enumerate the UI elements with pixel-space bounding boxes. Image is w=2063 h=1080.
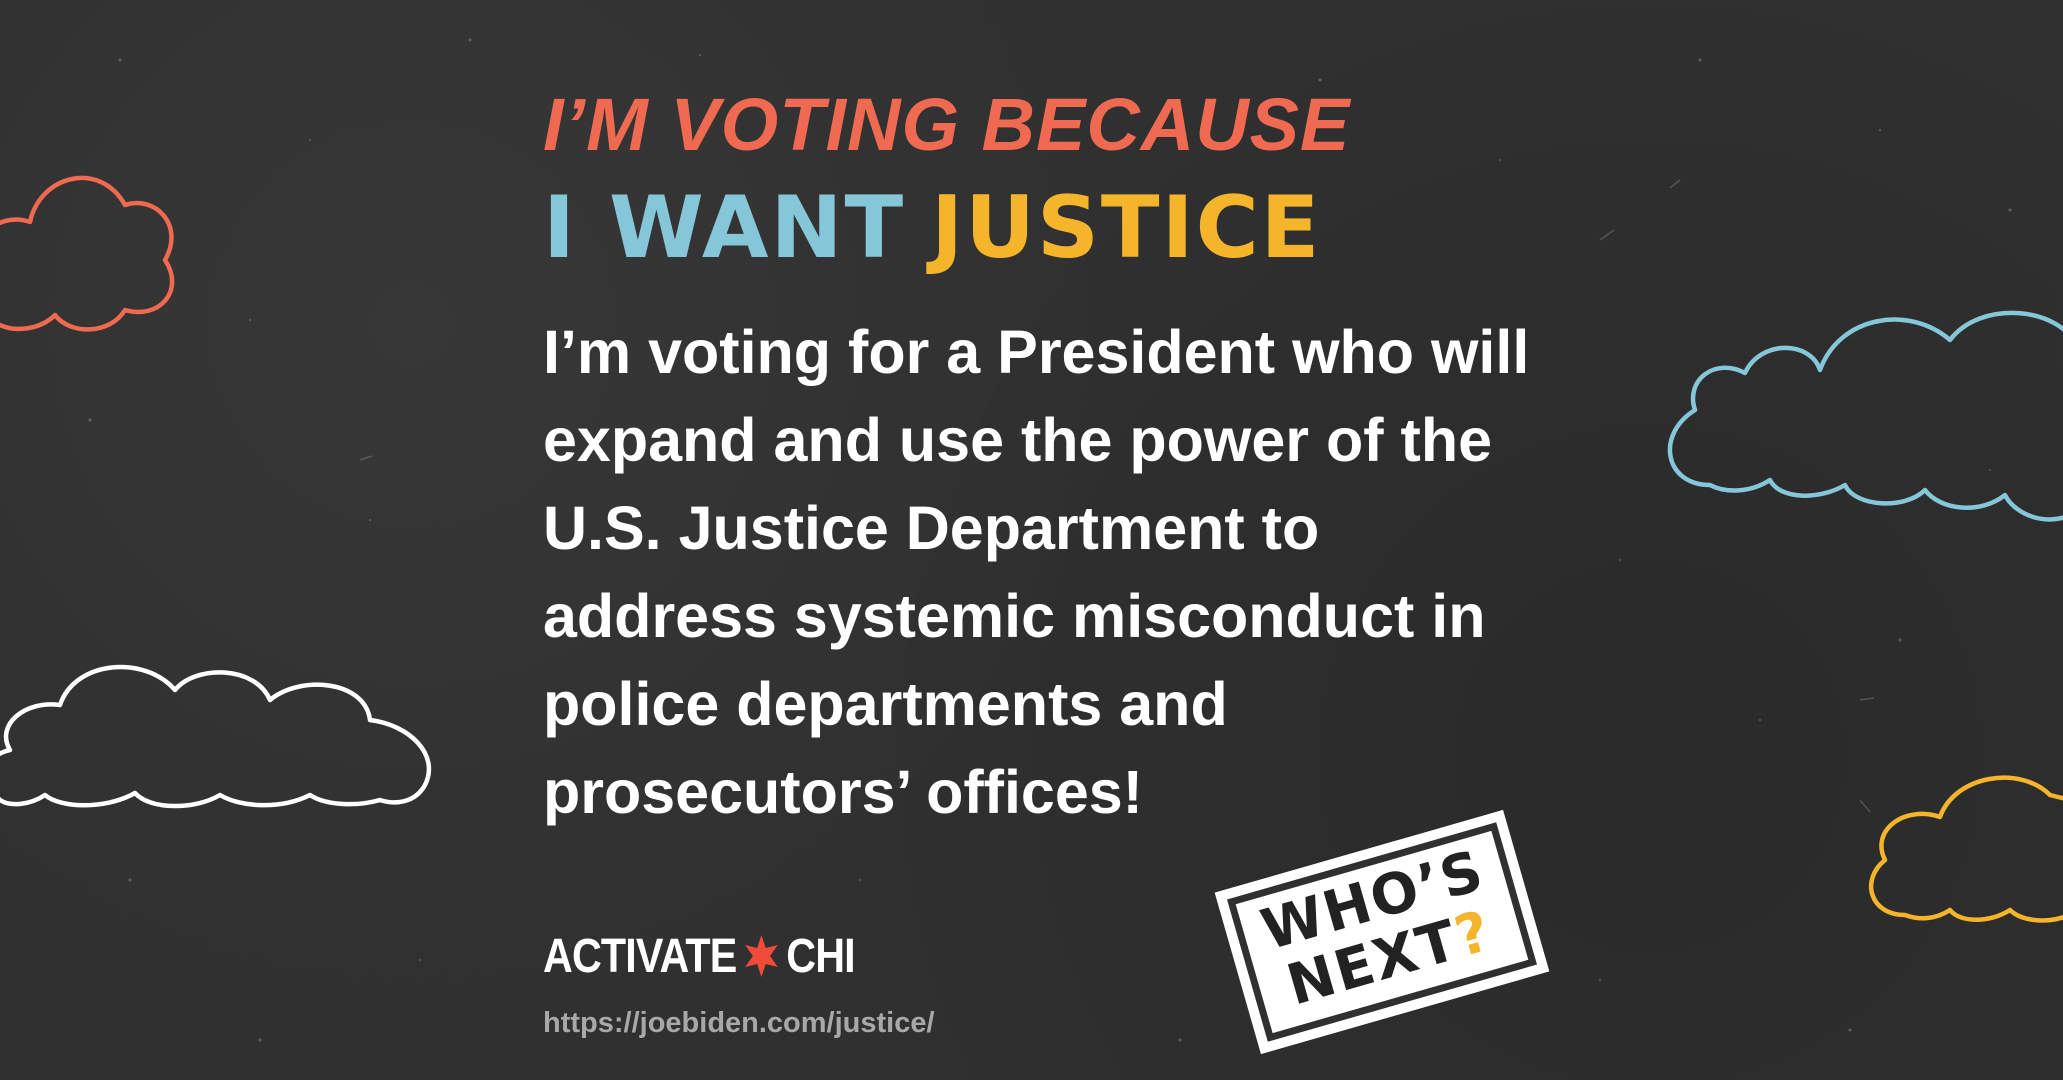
blue-cloud-outline bbox=[1667, 310, 2063, 522]
subheadline: I WANT JUSTICE bbox=[543, 178, 1543, 278]
message-block: I’M VOTING BECAUSE I WANT JUSTICE I’m vot… bbox=[543, 82, 1543, 836]
source-url: https://joebiden.com/justice/ bbox=[543, 1007, 935, 1039]
subheadline-part-b: JUSTICE bbox=[931, 178, 1322, 278]
six-point-star-icon bbox=[744, 935, 778, 977]
activate-chi-logo: ACTIVATE CHI bbox=[543, 928, 856, 984]
white-cloud-outline bbox=[0, 664, 432, 809]
logo-text-left: ACTIVATE bbox=[543, 929, 737, 983]
orange-cloud-outline bbox=[0, 175, 175, 332]
headline: I’M VOTING BECAUSE bbox=[543, 83, 1351, 166]
body-text: I’m voting for a President who will expa… bbox=[543, 318, 1530, 826]
subheadline-part-a: I WANT bbox=[543, 178, 906, 278]
logo-text-right: CHI bbox=[786, 929, 855, 983]
yellow-cloud-outline bbox=[1868, 775, 2063, 923]
whos-next-stamp: WHO’S NEXT? bbox=[1214, 809, 1550, 1055]
